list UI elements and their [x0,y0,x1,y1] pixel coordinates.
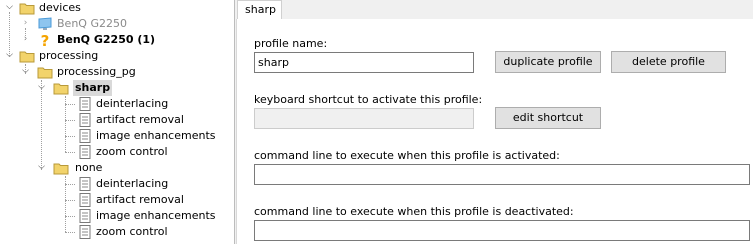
tree-node-page[interactable]: artifact removal [0,112,234,128]
tab-strip [236,0,753,20]
tree-node-none[interactable]: ⌵ none [0,160,234,176]
tree-node-page[interactable]: image enhancements [0,128,234,144]
profile-tree[interactable]: ⌵ devices › BenQ G2250 › ? BenQ G2250 (1… [0,0,235,244]
edit-shortcut-button[interactable]: edit shortcut [495,107,601,129]
tree-node-label: sharp [73,80,113,96]
chevron-right-icon[interactable]: › [21,19,30,28]
chevron-right-icon[interactable]: › [21,35,30,44]
cmd-activate-input[interactable] [254,164,750,185]
tree-node-label: none [75,161,103,174]
duplicate-profile-button[interactable]: duplicate profile [495,51,601,73]
tree-node-label: processing [39,49,99,62]
question-icon: ? [41,33,50,47]
tree-node-device[interactable]: › BenQ G2250 [0,16,234,32]
chevron-down-icon[interactable]: ⌵ [37,83,46,92]
delete-profile-button[interactable]: delete profile [611,51,726,73]
chevron-down-icon[interactable]: ⌵ [5,3,14,12]
cmd-deactivate-label: command line to execute when this profil… [254,205,574,218]
tree-node-label: artifact removal [96,193,184,206]
chevron-down-icon[interactable]: ⌵ [37,163,46,172]
tree-node-device-unknown[interactable]: › ? BenQ G2250 (1) [0,32,234,48]
tree-node-label: image enhancements [96,129,216,142]
chevron-down-icon[interactable]: ⌵ [5,51,14,60]
tree-node-label: artifact removal [96,113,184,126]
tree-node-processing[interactable]: ⌵ processing [0,48,234,64]
tree-node-label: processing_pg [57,65,136,78]
tree-node-label: deinterlacing [96,97,169,110]
tree-node-sharp[interactable]: ⌵ sharp [0,80,234,96]
shortcut-field[interactable] [254,108,474,129]
page-icon [79,145,91,159]
svg-text:?: ? [41,33,50,47]
folder-open-icon [53,83,69,95]
monitor-icon [38,17,52,30]
page-icon [79,177,91,191]
page-icon [79,97,91,111]
page-icon [79,113,91,127]
tree-node-label: zoom control [96,225,168,238]
tree-node-page[interactable]: artifact removal [0,192,234,208]
folder-open-icon [19,51,35,63]
tab-sharp[interactable]: sharp [237,0,282,19]
page-icon [79,225,91,239]
cmd-deactivate-input[interactable] [254,220,750,241]
page-icon [79,209,91,223]
shortcut-label: keyboard shortcut to activate this profi… [254,93,483,106]
tree-node-label: devices [39,1,81,14]
tree-node-page[interactable]: zoom control [0,224,234,240]
folder-open-icon [19,3,35,15]
profile-name-input[interactable]: sharp [254,52,474,73]
tree-node-label: BenQ G2250 [57,17,127,30]
page-icon [79,129,91,143]
chevron-down-icon[interactable]: ⌵ [21,67,30,76]
tree-node-page[interactable]: deinterlacing [0,176,234,192]
cmd-activate-label: command line to execute when this profil… [254,149,560,162]
tree-node-page[interactable]: zoom control [0,144,234,160]
tree-node-page[interactable]: deinterlacing [0,96,234,112]
tree-node-page[interactable]: image enhancements [0,208,234,224]
profile-settings-panel: profile name: sharp duplicate profile de… [236,19,753,244]
tree-node-devices[interactable]: ⌵ devices [0,0,234,16]
tree-node-processing-pg[interactable]: ⌵ processing_pg [0,64,234,80]
tree-node-label: image enhancements [96,209,216,222]
tree-node-label: zoom control [96,145,168,158]
tree-node-label: BenQ G2250 (1) [57,33,156,46]
profile-name-label: profile name: [254,37,328,50]
folder-icon [53,163,69,175]
page-icon [79,193,91,207]
tree-node-label: deinterlacing [96,177,169,190]
folder-open-icon [37,67,53,79]
